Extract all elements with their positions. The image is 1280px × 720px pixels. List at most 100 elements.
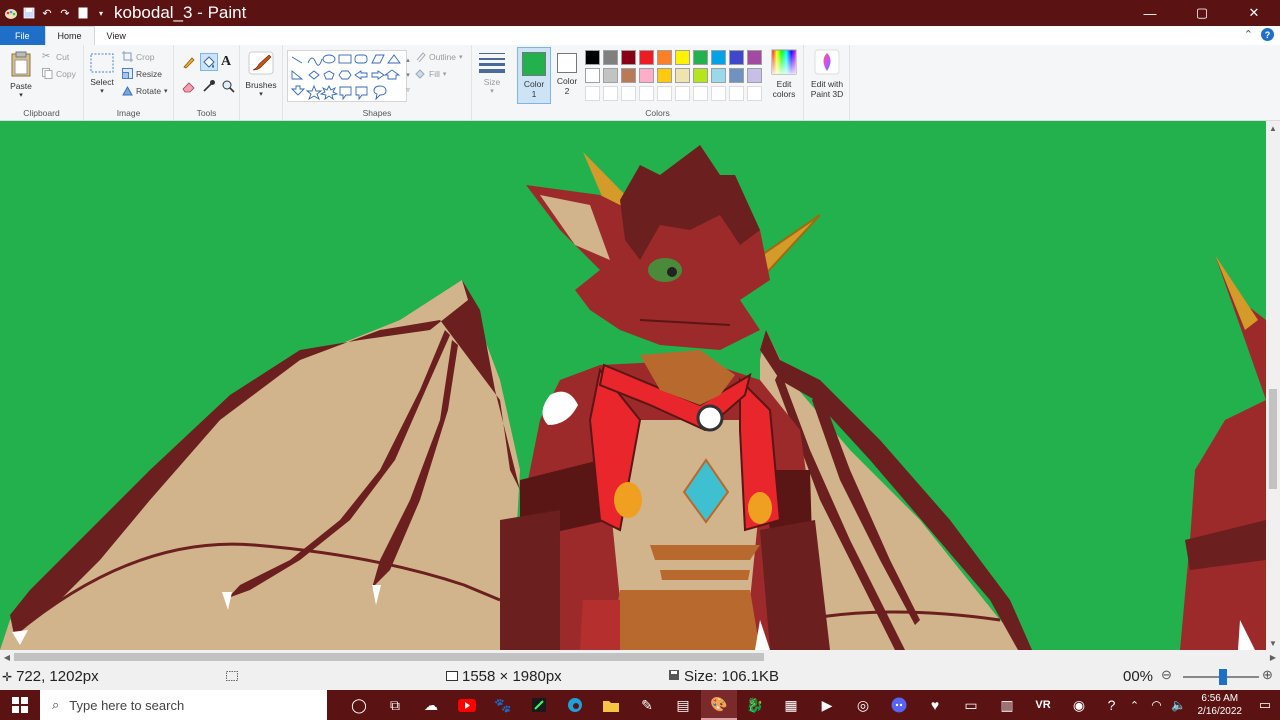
dragon-app-icon[interactable]: 🐉 [737, 690, 773, 720]
select-dropdown-icon[interactable]: ▾ [88, 87, 116, 95]
palette-empty-swatch[interactable] [693, 86, 708, 101]
palette-swatch[interactable] [585, 50, 600, 65]
palette-swatch[interactable] [657, 50, 672, 65]
horizontal-scrollbar[interactable]: ◀ ▶ [0, 650, 1280, 664]
fill-button[interactable]: Fill ▾ [415, 68, 446, 79]
scroll-left-icon[interactable]: ◀ [0, 650, 14, 664]
redo-icon[interactable]: ↷ [58, 6, 72, 20]
fill-bucket-icon[interactable] [200, 53, 218, 71]
vr-app-icon[interactable]: VR [1025, 690, 1061, 720]
palette-swatch[interactable] [729, 68, 744, 83]
task-view-icon[interactable]: ⧉ [377, 690, 413, 720]
palette-swatch[interactable] [603, 50, 618, 65]
palette-empty-swatch[interactable] [603, 86, 618, 101]
color1-selector[interactable]: Color 1 [517, 47, 551, 104]
palette-empty-swatch[interactable] [639, 86, 654, 101]
help-icon[interactable]: ? [1261, 28, 1274, 41]
windows-start-icon[interactable] [0, 690, 40, 720]
tab-view[interactable]: View [95, 26, 138, 45]
brushes-dropdown-icon[interactable]: ▾ [242, 90, 280, 98]
rotate-dropdown-icon[interactable]: ▾ [164, 87, 168, 95]
text-tool-icon[interactable]: A [221, 54, 231, 70]
media-player-icon[interactable]: ▶ [809, 690, 845, 720]
video-editor-icon[interactable]: ▦ [773, 690, 809, 720]
edit-colors-button[interactable]: Edit colors [766, 49, 802, 99]
new-file-icon[interactable] [76, 6, 90, 20]
cloud-app-icon[interactable]: ☁ [413, 690, 449, 720]
palette-swatch[interactable] [585, 68, 600, 83]
tab-home[interactable]: Home [44, 26, 95, 45]
palette-swatch[interactable] [711, 68, 726, 83]
taskbar-search[interactable]: ⌕ Type here to search [40, 690, 327, 720]
youtube-icon[interactable] [449, 690, 485, 720]
save-icon[interactable] [22, 6, 36, 20]
palette-empty-swatch[interactable] [585, 86, 600, 101]
select-button[interactable]: Select ▾ [88, 53, 116, 95]
crop-button[interactable]: Crop [122, 51, 154, 62]
zoom-in-icon[interactable]: ⊕ [1262, 667, 1273, 683]
size-dropdown-icon[interactable]: ▾ [476, 87, 508, 95]
minimize-button[interactable]: — [1124, 0, 1176, 26]
palette-swatch[interactable] [729, 50, 744, 65]
file-explorer-icon[interactable] [593, 690, 629, 720]
palette-swatch[interactable] [693, 50, 708, 65]
rotate-button[interactable]: Rotate ▾ [122, 85, 168, 96]
drawing-canvas[interactable] [0, 121, 1266, 650]
vertical-scrollbar[interactable]: ▲ ▼ [1266, 121, 1280, 650]
maximize-button[interactable]: ▢ [1176, 0, 1228, 26]
palette-swatch[interactable] [621, 68, 636, 83]
target-app-icon[interactable]: ◎ [845, 690, 881, 720]
paw-app-icon[interactable]: 🐾 [485, 690, 521, 720]
color2-selector[interactable]: Color 2 [555, 47, 579, 104]
magnifier-icon[interactable] [221, 79, 235, 93]
outline-button[interactable]: Outline ▾ [415, 51, 463, 63]
pencil-icon[interactable] [182, 55, 196, 69]
green-app-icon[interactable] [521, 690, 557, 720]
palette-swatch[interactable] [639, 50, 654, 65]
scroll-right-icon[interactable]: ▶ [1266, 650, 1280, 664]
palette-empty-swatch[interactable] [675, 86, 690, 101]
ticket-app-icon[interactable]: ▭ [953, 690, 989, 720]
palette-empty-swatch[interactable] [747, 86, 762, 101]
palette-swatch[interactable] [693, 68, 708, 83]
tray-overflow-icon[interactable]: ⌃ [1124, 690, 1146, 720]
brushes-button[interactable]: Brushes ▾ [242, 50, 280, 98]
edge-icon[interactable] [557, 690, 593, 720]
scroll-down-icon[interactable]: ▼ [1266, 636, 1280, 650]
palette-empty-swatch[interactable] [621, 86, 636, 101]
customize-qat-icon[interactable]: ▾ [94, 6, 108, 20]
shapes-gallery[interactable] [287, 50, 407, 102]
horizontal-scroll-thumb[interactable] [14, 653, 764, 661]
paint-taskbar-icon[interactable]: 🎨 [701, 690, 737, 720]
volume-icon[interactable]: 🔈 [1168, 690, 1190, 720]
resize-button[interactable]: Resize [122, 68, 162, 79]
vertical-scroll-thumb[interactable] [1269, 389, 1277, 489]
collapse-ribbon-icon[interactable]: ⌃ [1244, 28, 1253, 41]
eraser-icon[interactable] [182, 79, 196, 93]
close-button[interactable]: ✕ [1228, 0, 1280, 26]
palette-swatch[interactable] [675, 50, 690, 65]
palette-swatch[interactable] [639, 68, 654, 83]
palette-empty-swatch[interactable] [729, 86, 744, 101]
palette-swatch[interactable] [711, 50, 726, 65]
palette-swatch[interactable] [747, 68, 762, 83]
zoom-slider-thumb[interactable] [1219, 669, 1227, 685]
palette-swatch[interactable] [621, 50, 636, 65]
obs-icon[interactable]: ◉ [1061, 690, 1097, 720]
scroll-up-icon[interactable]: ▲ [1266, 121, 1280, 135]
cortana-icon[interactable]: ◯ [341, 690, 377, 720]
shapes-scroll[interactable]: ▴ ▾ ▿ [403, 53, 413, 98]
fill-dropdown-icon[interactable]: ▾ [443, 70, 447, 78]
copy-button[interactable]: Copy [42, 68, 76, 79]
heart-app-icon[interactable]: ♥ [917, 690, 953, 720]
cut-button[interactable]: ✂ Cut [42, 51, 69, 62]
zoom-out-icon[interactable]: ⊖ [1161, 667, 1172, 683]
document-app-icon[interactable]: ▤ [665, 690, 701, 720]
palette-swatch[interactable] [747, 50, 762, 65]
grid-app-icon[interactable]: ▥ [989, 690, 1025, 720]
notes-app-icon[interactable]: ✎ [629, 690, 665, 720]
color-picker-icon[interactable] [202, 79, 216, 93]
clock[interactable]: 6:56 AM 2/16/2022 [1190, 692, 1251, 718]
tab-file[interactable]: File [0, 26, 45, 45]
outline-dropdown-icon[interactable]: ▾ [459, 53, 463, 61]
